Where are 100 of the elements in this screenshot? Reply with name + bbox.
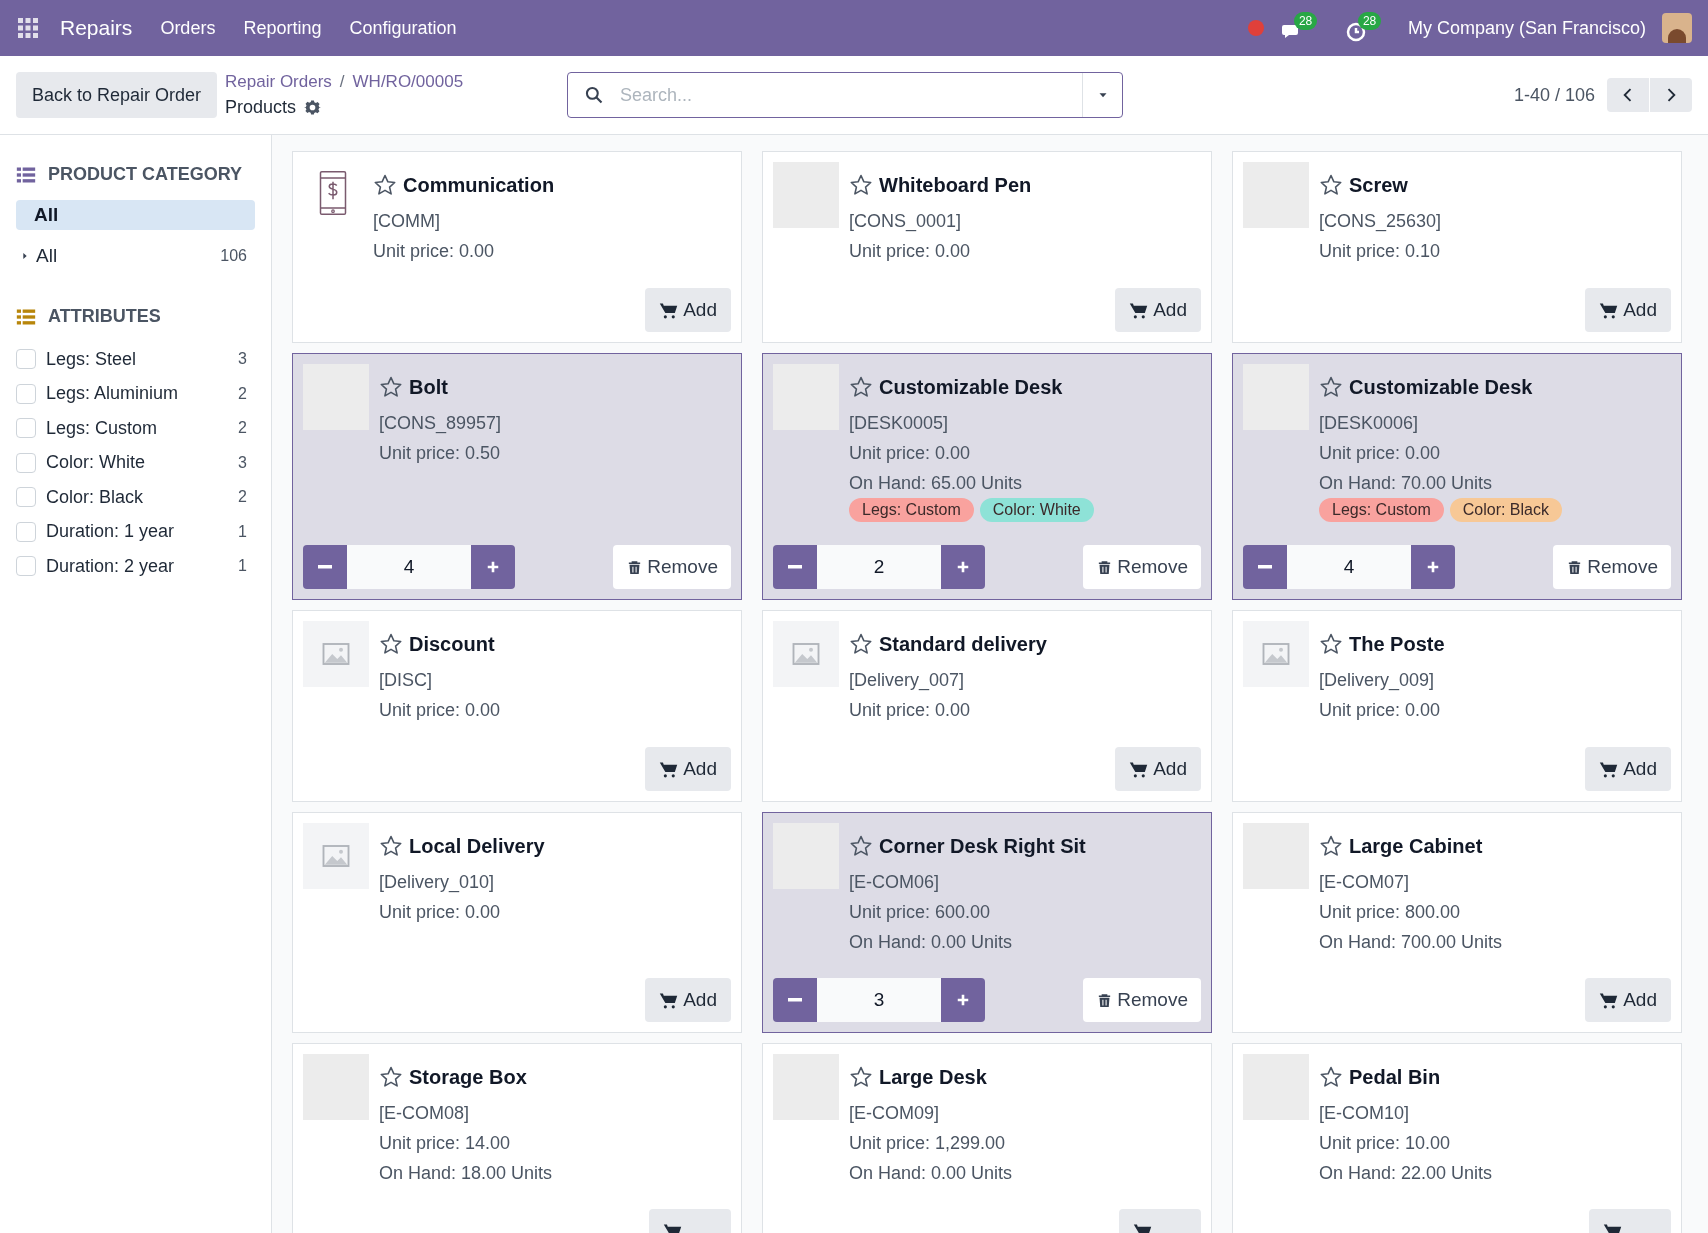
product-card[interactable]: Communication [COMM] Unit price: 0.00 Add	[292, 151, 742, 343]
product-code: [Delivery_007]	[849, 669, 966, 693]
attribute-label[interactable]: Duration: 1 year	[46, 518, 239, 546]
remove-button[interactable]: Remove	[1083, 978, 1201, 1022]
star-icon[interactable]	[379, 1065, 403, 1089]
quantity-field[interactable]: 3	[817, 978, 941, 1022]
product-code: [E-COM06]	[849, 871, 941, 894]
product-card[interactable]: Customizable Desk [DESK0005] Unit price: 0.00 On Hand: 65.00 Units Legs: Custom Color: White 2 Remove	[762, 353, 1212, 600]
attribute-label[interactable]: Legs: Aluminium	[46, 380, 239, 408]
quantity-field[interactable]: 2	[817, 545, 941, 589]
category-item[interactable]: All	[16, 200, 255, 230]
product-card[interactable]: Large Desk [E-COM09] Unit price: 1,299.00 On Hand: 0.00 Units	[762, 1043, 1212, 1233]
product-card[interactable]: The Poste [Delivery_009] Unit price: 0.00 Add	[1232, 610, 1682, 802]
menu-item[interactable]: Orders	[160, 14, 216, 42]
attribute-label[interactable]: Color: White	[46, 449, 239, 477]
unit-price: Unit price: 0.00	[849, 240, 972, 263]
star-icon[interactable]	[379, 375, 403, 399]
decrease-button[interactable]	[1243, 545, 1287, 589]
increase-button[interactable]	[471, 545, 515, 589]
product-card[interactable]: Local Delivery [Delivery_010] Unit price: 0.00 Add	[292, 812, 742, 1033]
attribute-label[interactable]: Legs: Custom	[46, 414, 239, 442]
star-icon[interactable]	[1319, 834, 1343, 858]
add-button[interactable]: Add	[1585, 747, 1671, 791]
add-button[interactable]: Add	[645, 747, 731, 791]
decrease-button[interactable]	[773, 978, 817, 1022]
breadcrumb-link[interactable]: WH/RO/00005	[352, 68, 464, 95]
product-card[interactable]: Customizable Desk [DESK0006] Unit price: 0.00 On Hand: 70.00 Units Legs: Custom Color: Black 4 Remove	[1232, 353, 1682, 600]
product-name: Whiteboard Pen	[879, 173, 1032, 198]
page-title: Products	[225, 96, 297, 120]
product-code: [CONS_25630]	[1319, 210, 1443, 234]
cart-icon	[659, 990, 679, 1010]
add-button[interactable]: Add	[645, 978, 731, 1022]
user-avatar[interactable]	[1662, 13, 1692, 43]
star-icon[interactable]	[373, 173, 397, 197]
attribute-label[interactable]: Duration: 2 year	[46, 552, 239, 580]
product-card[interactable]: Standard delivery [Delivery_007] Unit price: 0.00 Add	[762, 610, 1212, 802]
remove-button[interactable]: Remove	[1083, 545, 1201, 589]
product-code: [DESK0005]	[849, 412, 950, 435]
menu-item[interactable]: Configuration	[349, 14, 457, 42]
star-icon[interactable]	[1319, 1065, 1343, 1089]
quantity-field[interactable]: 4	[347, 545, 471, 589]
breadcrumb-link[interactable]: Repair Orders	[225, 68, 332, 95]
increase-button[interactable]	[941, 545, 985, 589]
attribute-tag: Color: Black	[1449, 498, 1562, 522]
decrease-button[interactable]	[773, 545, 817, 589]
add-button[interactable]: Add	[1115, 288, 1201, 332]
app-title[interactable]: Repairs	[60, 12, 133, 44]
star-icon[interactable]	[849, 1065, 873, 1089]
increase-button[interactable]	[941, 978, 985, 1022]
minus-icon	[788, 998, 802, 1002]
attribute-label[interactable]: Legs: Steel	[46, 345, 239, 373]
product-card[interactable]: Bolt [CONS_89957] Unit price: 0.50 4 Remove	[292, 353, 742, 600]
product-card[interactable]: Screw [CONS_25630] Unit price: 0.10 Add	[1232, 151, 1682, 343]
apps-menu-icon[interactable]	[16, 16, 40, 40]
product-card[interactable]: Whiteboard Pen [CONS_0001] Unit price: 0.00 Add	[762, 151, 1212, 343]
increase-button[interactable]	[1411, 545, 1455, 589]
on-hand-quantity: On Hand: 0.00 Units	[849, 1162, 1014, 1185]
checkbox[interactable]	[16, 383, 36, 404]
decrease-button[interactable]	[303, 545, 347, 589]
star-icon[interactable]	[1319, 375, 1343, 399]
add-button[interactable]: Add	[645, 288, 731, 332]
unit-price: Unit price: 0.00	[379, 901, 502, 924]
product-card[interactable]: Pedal Bin [E-COM10] Unit price: 10.00 On Hand: 22.00 Units	[1232, 1043, 1682, 1233]
star-icon[interactable]	[1319, 632, 1343, 656]
cart-icon	[1599, 990, 1619, 1010]
on-hand-quantity: On Hand: 22.00 Units	[1319, 1162, 1494, 1185]
product-name: The Poste	[1349, 632, 1445, 657]
star-icon[interactable]	[849, 173, 873, 197]
checkbox[interactable]	[16, 487, 36, 508]
star-icon[interactable]	[379, 632, 403, 656]
product-name: Discount	[409, 632, 495, 657]
company-name[interactable]: My Company (San Francisco)	[1407, 14, 1646, 42]
star-icon[interactable]	[1319, 173, 1343, 197]
product-card[interactable]: Corner Desk Right Sit [E-COM06] Unit price: 600.00 On Hand: 0.00 Units 3 Remove	[762, 812, 1212, 1033]
star-icon[interactable]	[849, 632, 873, 656]
checkbox[interactable]	[16, 556, 36, 577]
search-field[interactable]: Search...	[567, 72, 1124, 118]
product-card[interactable]: Storage Box [E-COM08] Unit price: 14.00 On Hand: 18.00 Units	[292, 1043, 742, 1233]
remove-button[interactable]: Remove	[613, 545, 731, 589]
category-item[interactable]: All 106	[16, 241, 255, 271]
add-button[interactable]: Add	[1585, 978, 1671, 1022]
checkbox[interactable]	[16, 349, 36, 370]
star-icon[interactable]	[379, 834, 403, 858]
menu-item[interactable]: Reporting	[243, 14, 322, 42]
star-icon[interactable]	[849, 375, 873, 399]
quantity-field[interactable]: 4	[1287, 545, 1411, 589]
product-card[interactable]: Discount [DISC] Unit price: 0.00 Add	[292, 610, 742, 802]
back-button[interactable]: Back to Repair Order	[16, 72, 218, 118]
item-count: 2	[238, 418, 248, 439]
attribute-label[interactable]: Color: Black	[46, 483, 239, 511]
star-icon[interactable]	[849, 834, 873, 858]
search-input[interactable]: Search...	[620, 81, 1083, 109]
checkbox[interactable]	[16, 452, 36, 473]
product-card[interactable]: Large Cabinet [E-COM07] Unit price: 800.00 On Hand: 700.00 Units Add	[1232, 812, 1682, 1033]
add-button[interactable]: Add	[1585, 288, 1671, 332]
checkbox[interactable]	[16, 521, 36, 542]
remove-button[interactable]: Remove	[1553, 545, 1671, 589]
checkbox[interactable]	[16, 418, 36, 439]
add-button[interactable]: Add	[1115, 747, 1201, 791]
on-hand-quantity: On Hand: 65.00 Units	[849, 472, 1024, 495]
